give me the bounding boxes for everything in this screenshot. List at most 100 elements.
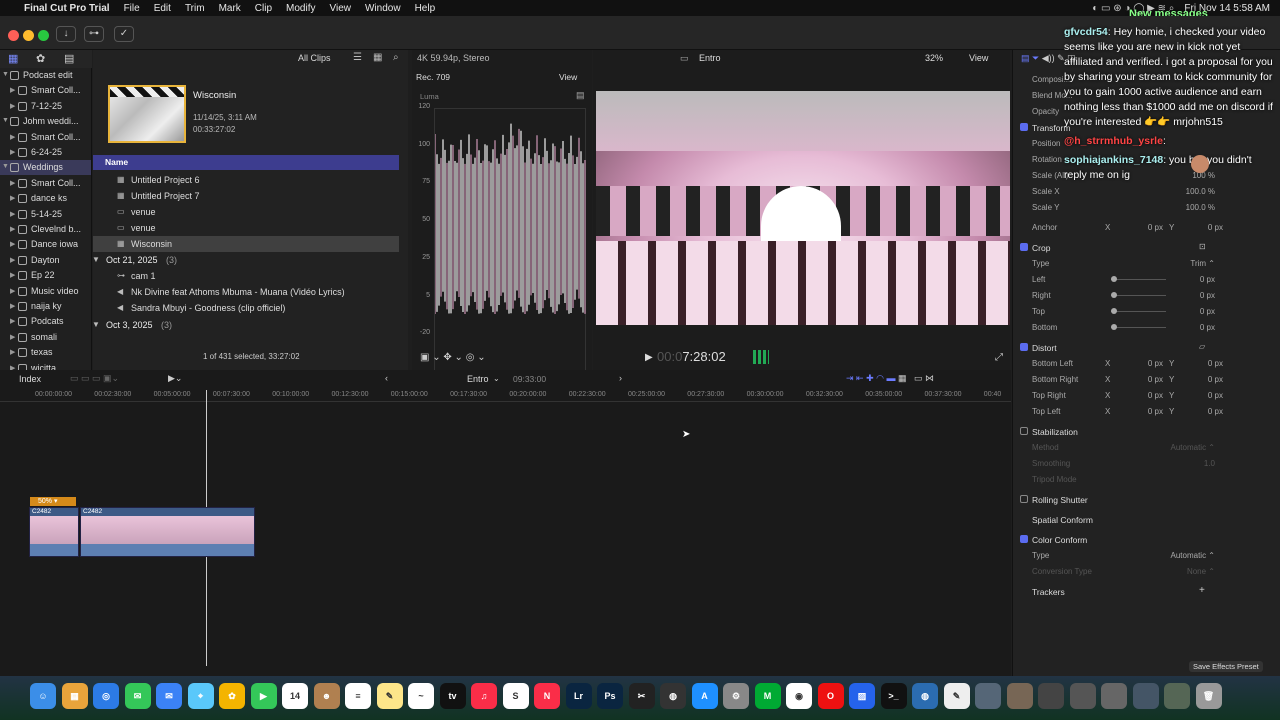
sidebar-item[interactable]: ▶ Dance iowa <box>0 237 91 252</box>
slider-knob[interactable] <box>1111 308 1117 314</box>
inspector-coord[interactable]: 0 px <box>1123 375 1163 384</box>
thumb-5-icon[interactable] <box>1101 683 1127 709</box>
list-item[interactable]: ▼ Oct 21, 2025 (3) <box>92 252 399 268</box>
disclosure-triangle-icon[interactable]: ▶ <box>10 86 18 94</box>
disclosure-triangle-icon[interactable]: ▶ <box>10 133 18 141</box>
inspector-value[interactable]: None ⌃ <box>1163 567 1215 576</box>
finder-icon[interactable]: ☺ <box>30 683 56 709</box>
music-icon[interactable]: ♫ <box>471 683 497 709</box>
disclosure-triangle-icon[interactable]: ▶ <box>10 179 18 187</box>
speed-badge[interactable]: 50% ▾ <box>30 497 76 506</box>
viewer-options-icon[interactable]: ▣ ⌄ ✥ ⌄ ◎ ⌄ <box>420 352 486 363</box>
value-slider[interactable] <box>1111 308 1166 314</box>
slider-knob[interactable] <box>1111 292 1117 298</box>
list-item[interactable]: ▭ venue <box>93 220 399 236</box>
disclosure-triangle-icon[interactable]: ▶ <box>10 194 18 202</box>
disclosure-triangle-icon[interactable]: ▶ <box>10 287 18 295</box>
sidebar-item[interactable]: ▶ Smart Coll... <box>0 176 91 191</box>
skype-icon[interactable]: S <box>502 683 529 709</box>
list-item[interactable]: ▦ Untitled Project 7 <box>93 188 399 204</box>
distort-tool-icon[interactable]: ▱ <box>1199 342 1205 351</box>
calendar-icon[interactable]: 14 <box>282 683 308 709</box>
inspector-coord[interactable]: 0 px <box>1123 391 1163 400</box>
trash-icon[interactable]: 🗑 <box>1195 683 1222 709</box>
disclosure-triangle-icon[interactable]: ▶ <box>10 210 18 218</box>
system-settings-icon[interactable]: ⚙ <box>723 683 749 709</box>
thumb-1-icon[interactable] <box>975 683 1001 709</box>
thumb-2-icon[interactable] <box>1006 683 1033 709</box>
freeform-icon[interactable]: ~ <box>408 683 434 709</box>
thumb-3-icon[interactable] <box>1038 683 1064 709</box>
list-item[interactable]: ⊶ cam 1 <box>93 268 399 284</box>
clip-segment[interactable]: C2482 <box>80 507 255 557</box>
sidebar-item[interactable]: ▼ Weddings <box>0 160 91 176</box>
menu-edit[interactable]: Edit <box>154 3 171 14</box>
sidebar-item[interactable]: ▶ Dayton <box>0 253 91 268</box>
search-icon[interactable]: ⌕ <box>393 52 399 63</box>
terminal-icon[interactable]: >_ <box>880 683 907 709</box>
list-item[interactable]: ◀ Sandra Mbuyi - Goodness (clip officiel) <box>93 300 399 316</box>
inspector-coord[interactable]: 0 px <box>1183 359 1223 368</box>
scope-settings-icon[interactable]: ▤ <box>576 90 585 101</box>
tv-icon[interactable]: tv <box>439 683 466 709</box>
timeline-ruler[interactable]: 00:00:00:00 00:02:30:00 00:05:00:00 00:07:3… <box>0 388 1011 402</box>
name-column-header[interactable]: Name <box>93 155 399 170</box>
inspector-coord[interactable]: 0 px <box>1183 391 1223 400</box>
thumb-4-icon[interactable] <box>1069 683 1096 709</box>
sidebar-item[interactable]: ▶ Music video <box>0 284 91 299</box>
history-forward-icon[interactable]: › <box>619 373 622 383</box>
list-item[interactable]: ▼ Oct 3, 2025 (3) <box>92 317 399 333</box>
sidebar-item[interactable]: ▶ dance ks <box>0 191 91 206</box>
sidebar-item[interactable]: ▶ texas <box>0 345 91 360</box>
sidebar-item[interactable]: ▶ 7-12-25 <box>0 99 91 114</box>
reminders-icon[interactable]: ≡ <box>345 683 371 709</box>
disclosure-triangle-icon[interactable]: ▶ <box>10 317 18 325</box>
final-cut-icon[interactable]: ✂ <box>628 683 655 709</box>
disclosure-triangle-icon[interactable]: ▶ <box>10 256 18 264</box>
launchpad-icon[interactable]: ▦ <box>61 683 88 709</box>
sidebar-item[interactable]: ▶ wicitta <box>0 361 91 370</box>
app-1-icon[interactable]: ◍ <box>912 683 938 709</box>
menu-mark[interactable]: Mark <box>219 3 241 14</box>
index-button[interactable]: Index <box>19 374 41 384</box>
sidebar-item[interactable]: ▼ Johm weddi... <box>0 114 91 129</box>
list-item[interactable]: ▦ Wisconsin <box>93 236 399 252</box>
titles-generators-icon[interactable]: ▤ <box>64 52 74 65</box>
inspector-value[interactable]: Automatic ⌃ <box>1163 443 1216 452</box>
enable-checkbox[interactable] <box>1020 243 1028 251</box>
messages-icon[interactable]: ✉ <box>124 683 151 709</box>
clip-filter[interactable]: All Clips <box>298 53 331 63</box>
save-effects-preset-button[interactable]: Save Effects Preset <box>1189 661 1263 672</box>
inspector-coord[interactable]: 0 px <box>1183 407 1223 416</box>
sidebar-item[interactable]: ▶ somali <box>0 330 91 345</box>
timeline-edit-icons[interactable]: ▭ ▭ ▭ ▣⌄ <box>70 373 119 384</box>
enable-checkbox[interactable] <box>1020 427 1028 435</box>
import-button[interactable]: ↓ <box>56 26 76 42</box>
lightroom-icon[interactable]: Lr <box>565 683 592 709</box>
sidebar-item[interactable]: ▶ Smart Coll... <box>0 83 91 98</box>
menu-clip[interactable]: Clip <box>255 3 272 14</box>
history-back-icon[interactable]: ‹ <box>385 373 388 383</box>
disclosure-triangle-icon[interactable]: ▼ <box>2 71 10 78</box>
list-view-icon[interactable]: ▦ <box>373 52 382 63</box>
menu-trim[interactable]: Trim <box>185 3 205 14</box>
photos-audio-icon[interactable]: ✿ <box>36 52 45 65</box>
inspector-value[interactable]: 0 px <box>1163 307 1215 316</box>
disclosure-triangle-icon[interactable]: ▶ <box>10 240 18 248</box>
value-slider[interactable] <box>1111 324 1166 330</box>
menu-help[interactable]: Help <box>415 3 436 14</box>
zoom-menu[interactable]: 32% <box>925 53 943 63</box>
disclosure-triangle-icon[interactable]: ▶ <box>10 302 18 310</box>
sidebar-item[interactable]: ▶ 5-14-25 <box>0 207 91 222</box>
news-icon[interactable]: N <box>534 683 560 709</box>
filmstrip-view-icon[interactable]: ☰ <box>353 52 362 63</box>
inspector-value[interactable]: 0 px <box>1163 275 1215 284</box>
value-slider[interactable] <box>1111 276 1166 282</box>
photoshop-icon[interactable]: Ps <box>597 683 623 709</box>
list-item[interactable]: ◀ Nk Divine feat Athoms Mbuma - Muana (Vi… <box>93 284 399 300</box>
disclosure-triangle-icon[interactable]: ▼ <box>2 117 10 124</box>
textedit-icon[interactable]: ✎ <box>943 683 970 709</box>
sidebar-item[interactable]: ▶ 6-24-25 <box>0 145 91 160</box>
maps-icon[interactable]: ⌖ <box>187 683 214 709</box>
opera-icon[interactable]: O <box>817 683 844 709</box>
